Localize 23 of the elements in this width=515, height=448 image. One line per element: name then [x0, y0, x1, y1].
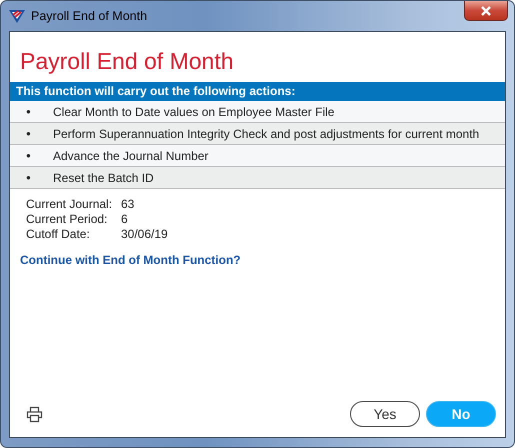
action-text: Perform Superannuation Integrity Check and post adjustments for current month	[53, 126, 480, 140]
bullet: ●	[26, 151, 32, 160]
action-text: Clear Month to Date values on Employee Master File	[53, 104, 334, 118]
info-label: Current Journal:	[26, 197, 114, 212]
printer-icon[interactable]	[26, 406, 43, 422]
bullet: ●	[26, 173, 32, 182]
actions-header: This function will carry out the following actions:	[10, 82, 505, 101]
info-label: Cutoff Date:	[26, 227, 91, 242]
info-value: 30/06/19	[121, 227, 168, 242]
close-icon	[480, 6, 492, 16]
yes-button[interactable]: Yes	[350, 401, 420, 427]
action-text: Advance the Journal Number	[53, 148, 208, 162]
info-value: 6	[121, 212, 129, 227]
bullet: ●	[26, 129, 32, 138]
bullet: ●	[26, 107, 32, 116]
close-button[interactable]	[464, 1, 508, 21]
window-title: Payroll End of Month	[31, 9, 148, 23]
info-value: 63	[121, 197, 136, 212]
dialog-heading: Payroll End of Month	[20, 47, 235, 76]
prompt-text: Continue with End of Month Function?	[20, 253, 242, 267]
app-logo-icon	[9, 9, 25, 23]
action-text: Reset the Batch ID	[53, 170, 154, 184]
info-label: Current Period:	[26, 212, 108, 227]
